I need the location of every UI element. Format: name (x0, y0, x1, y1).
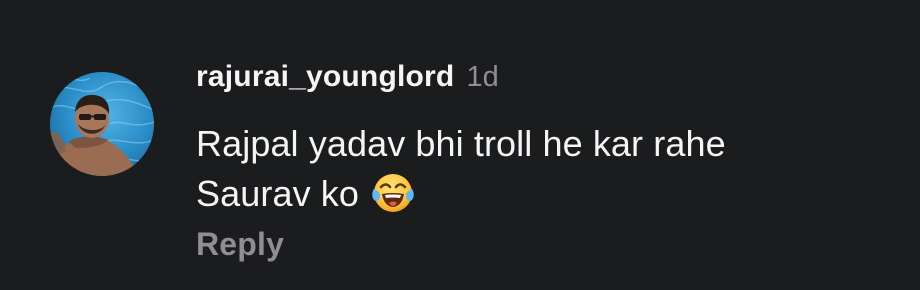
avatar[interactable] (50, 72, 154, 176)
comment-text-line-2: Saurav ko (196, 173, 359, 214)
comment-header: rajurai_younglord 1d (196, 60, 499, 104)
avatar-image (50, 72, 154, 176)
face-with-tears-of-joy-icon (371, 170, 415, 214)
reply-button[interactable]: Reply (196, 226, 284, 263)
comment-text-line-1: Rajpal yadav bhi troll he kar rahe (196, 123, 726, 164)
username-link[interactable]: rajurai_younglord (196, 60, 454, 94)
comment-timestamp: 1d (466, 61, 499, 93)
comment-text: Rajpal yadav bhi troll he kar rahe Saura… (196, 119, 876, 219)
comment-item: rajurai_younglord 1d Rajpal yadav bhi tr… (0, 0, 920, 290)
